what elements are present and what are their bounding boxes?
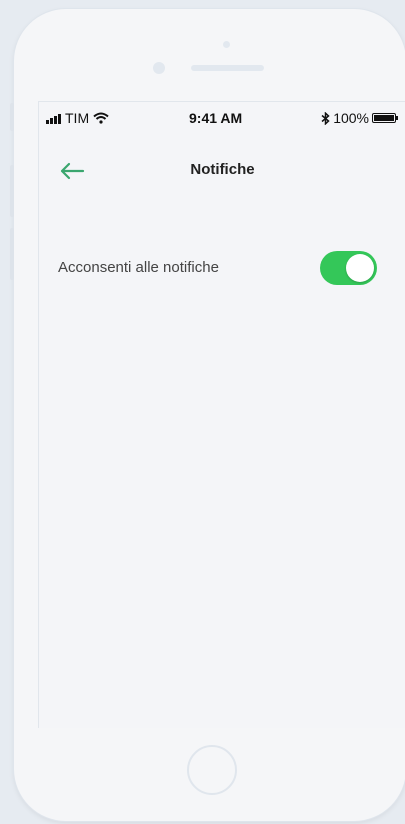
front-sensor [223, 41, 230, 48]
battery-icon [372, 113, 398, 123]
toggle-knob [346, 254, 374, 282]
home-button[interactable] [187, 745, 237, 795]
notifications-toggle[interactable] [320, 251, 377, 285]
notifications-setting-row: Acconsenti alle notifiche [39, 250, 405, 286]
status-left: TIM [46, 110, 109, 126]
page-title: Notifiche [190, 161, 255, 178]
nav-bar: Notifiche [39, 157, 405, 187]
carrier-name: TIM [65, 110, 90, 126]
mute-switch [10, 103, 14, 131]
signal-icon [46, 113, 61, 124]
app-screen: TIM 9:41 AM 100% Notifiche Acconsenti al… [38, 101, 405, 728]
status-right: 100% [321, 110, 398, 126]
wifi-icon [93, 112, 109, 124]
front-camera [153, 62, 165, 74]
notifications-label: Acconsenti alle notifiche [58, 259, 219, 276]
bluetooth-icon [321, 111, 330, 125]
volume-down-button [10, 228, 14, 280]
battery-percentage: 100% [333, 110, 369, 126]
status-bar: TIM 9:41 AM 100% [39, 102, 405, 132]
earpiece-speaker [191, 65, 264, 71]
status-time: 9:41 AM [189, 110, 243, 126]
volume-up-button [10, 165, 14, 217]
